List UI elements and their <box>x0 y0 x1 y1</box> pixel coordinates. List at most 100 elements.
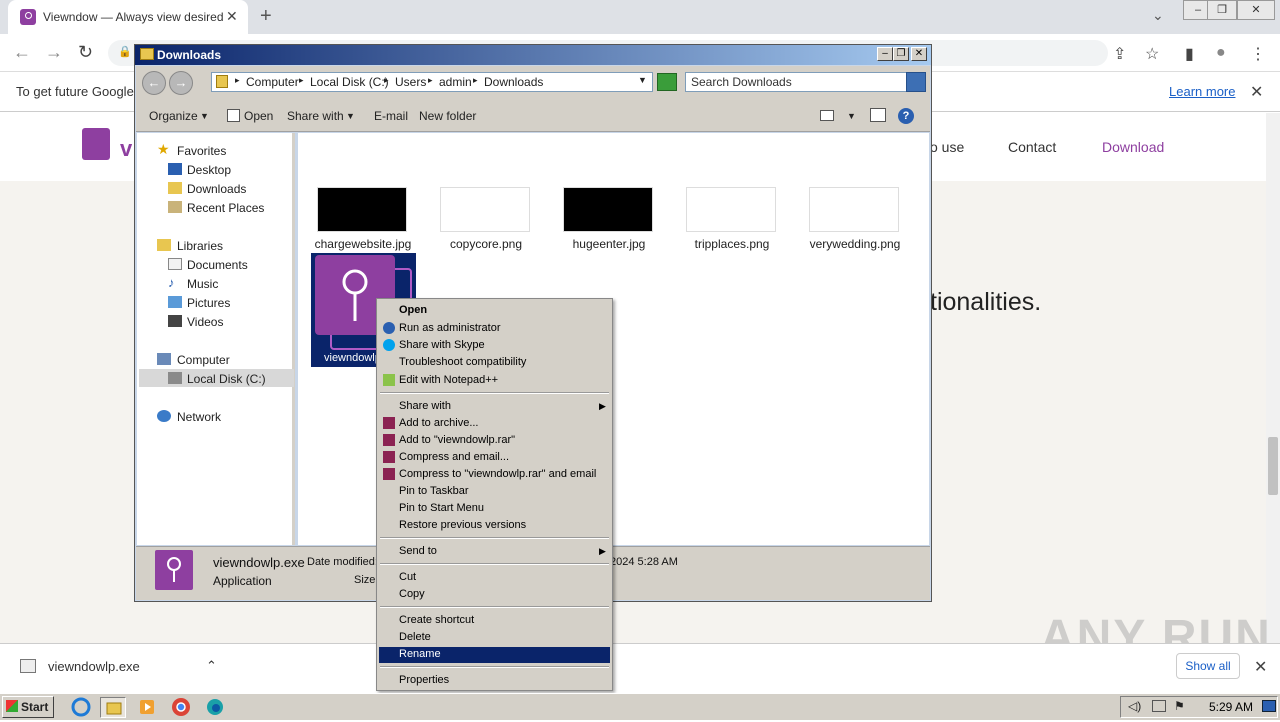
menu-item-open[interactable]: Open <box>399 304 427 316</box>
menu-item-properties[interactable]: Properties <box>399 674 449 686</box>
menu-item-cut[interactable]: Cut <box>399 571 416 583</box>
chrome-menu-icon[interactable]: ⋮ <box>1250 44 1266 64</box>
explorer-minimize-button[interactable]: ‒ <box>877 47 893 61</box>
selected-file-name[interactable]: viewndowlp <box>324 352 381 364</box>
explorer-forward-icon[interactable]: → <box>169 71 193 95</box>
file-name-label[interactable]: copycore.png <box>431 237 541 251</box>
taskbar-clock[interactable]: 5:29 AM <box>1209 700 1253 714</box>
menu-item-add-rar[interactable]: Add to "viewndowlp.rar" <box>399 434 515 446</box>
page-scrollbar[interactable] <box>1266 113 1280 643</box>
search-icon[interactable] <box>906 72 926 92</box>
action-center-flag-icon[interactable]: ⚑ <box>1174 699 1185 713</box>
menu-item-compress-rar-email[interactable]: Compress to "viewndowlp.rar" and email <box>399 468 596 480</box>
views-dropdown-icon[interactable]: ▼ <box>847 111 856 121</box>
back-arrow-icon[interactable]: ← <box>13 42 31 63</box>
nav-how-to-use-link[interactable]: o use <box>930 139 964 155</box>
preview-pane-icon[interactable] <box>870 108 886 122</box>
breadcrumb-separator-icon[interactable]: ▸ <box>384 75 389 86</box>
show-all-button[interactable]: Show all <box>1176 653 1240 679</box>
address-dropdown-icon[interactable]: ▼ <box>638 75 647 85</box>
explorer-close-button[interactable]: ✕ <box>911 47 927 61</box>
window-restore-button[interactable]: ❐ <box>1207 0 1237 20</box>
menu-item-pin-start[interactable]: Pin to Start Menu <box>399 502 484 514</box>
learn-more-link[interactable]: Learn more <box>1169 84 1235 99</box>
info-bar-close-icon[interactable]: ✕ <box>1250 82 1263 102</box>
views-icon[interactable] <box>820 110 834 121</box>
share-icon[interactable]: ⇪ <box>1113 44 1126 64</box>
bookmark-star-icon[interactable]: ☆ <box>1145 44 1159 64</box>
volume-icon[interactable]: ◁) <box>1128 699 1141 713</box>
menu-item-share-with[interactable]: Share with <box>399 400 451 412</box>
viewndow-logo-icon[interactable] <box>82 128 110 160</box>
breadcrumb-downloads[interactable]: Downloads <box>484 75 543 89</box>
edge-icon[interactable] <box>202 697 228 718</box>
file-thumbnail[interactable] <box>317 187 407 232</box>
breadcrumb-separator-icon[interactable]: ▸ <box>473 75 478 86</box>
organize-dropdown-icon[interactable]: ▼ <box>200 111 209 121</box>
share-with-dropdown-icon[interactable]: ▼ <box>346 111 355 121</box>
chrome-icon[interactable] <box>168 697 194 718</box>
media-player-icon[interactable] <box>134 697 160 718</box>
menu-item-add-archive[interactable]: Add to archive... <box>399 417 479 429</box>
menu-item-restore-versions[interactable]: Restore previous versions <box>399 519 526 531</box>
file-thumbnail[interactable] <box>686 187 776 232</box>
menu-item-troubleshoot[interactable]: Troubleshoot compatibility <box>399 356 526 368</box>
menu-item-pin-taskbar[interactable]: Pin to Taskbar <box>399 485 469 497</box>
side-panel-icon[interactable]: ▮ <box>1185 44 1194 64</box>
network-tray-icon[interactable] <box>1152 700 1166 712</box>
explorer-maximize-button[interactable]: ❐ <box>893 47 909 61</box>
file-name-label[interactable]: verywedding.png <box>800 237 910 251</box>
menu-item-delete[interactable]: Delete <box>399 631 431 643</box>
breadcrumb-computer[interactable]: Computer <box>246 75 299 89</box>
share-with-button[interactable]: Share with <box>287 109 344 123</box>
ie-icon[interactable] <box>68 697 94 718</box>
breadcrumb-separator-icon[interactable]: ▸ <box>299 75 304 86</box>
search-placeholder[interactable]: Search Downloads <box>691 75 792 89</box>
menu-item-run-as-admin[interactable]: Run as administrator <box>399 322 501 334</box>
menu-item-copy[interactable]: Copy <box>399 588 425 600</box>
help-icon[interactable]: ? <box>898 108 914 124</box>
download-item-name[interactable]: viewndowlp.exe <box>48 659 140 674</box>
organize-button[interactable]: Organize <box>149 109 198 123</box>
reload-icon[interactable]: ↻ <box>78 42 93 63</box>
file-thumbnail[interactable] <box>563 187 653 232</box>
menu-item-send-to[interactable]: Send to <box>399 545 437 557</box>
open-icon[interactable] <box>227 109 240 122</box>
open-button[interactable]: Open <box>244 109 273 123</box>
lock-icon[interactable]: 🔒 <box>118 45 132 58</box>
show-desktop-icon[interactable] <box>1262 700 1276 712</box>
new-tab-button[interactable]: + <box>260 5 272 28</box>
explorer-taskbar-icon[interactable] <box>100 697 126 718</box>
breadcrumb-users[interactable]: Users <box>395 75 426 89</box>
nav-download-link[interactable]: Download <box>1102 139 1164 155</box>
menu-item-notepadpp[interactable]: Edit with Notepad++ <box>399 374 498 386</box>
downloads-bar-close-icon[interactable]: ✕ <box>1254 657 1267 677</box>
breadcrumb-separator-icon[interactable]: ▸ <box>428 75 433 86</box>
explorer-back-icon[interactable]: ← <box>142 71 166 95</box>
menu-item-rename[interactable]: Rename <box>399 648 441 660</box>
menu-item-compress-email[interactable]: Compress and email... <box>399 451 509 463</box>
file-name-label[interactable]: chargewebsite.jpg <box>308 237 418 251</box>
explorer-title-bar[interactable] <box>135 45 931 65</box>
browser-tab[interactable]: Viewndow — Always view desired w... ✕ <box>8 0 248 34</box>
menu-item-create-shortcut[interactable]: Create shortcut <box>399 614 474 626</box>
file-thumbnail[interactable] <box>809 187 899 232</box>
site-logo-text[interactable]: v <box>120 136 132 162</box>
breadcrumb-separator-icon[interactable]: ▸ <box>235 75 240 86</box>
file-name-label[interactable]: tripplaces.png <box>677 237 787 251</box>
nav-contact-link[interactable]: Contact <box>1008 139 1056 155</box>
refresh-icon[interactable] <box>657 73 677 91</box>
new-folder-button[interactable]: New folder <box>419 109 476 123</box>
breadcrumb-admin[interactable]: admin <box>439 75 472 89</box>
scrollbar-thumb[interactable] <box>1268 437 1278 495</box>
profile-avatar-icon[interactable]: ● <box>1216 44 1226 62</box>
window-close-button[interactable]: ✕ <box>1237 0 1275 20</box>
tab-close-icon[interactable]: ✕ <box>226 8 238 25</box>
file-name-label[interactable]: hugeenter.jpg <box>554 237 664 251</box>
email-button[interactable]: E-mail <box>374 109 408 123</box>
forward-arrow-icon[interactable]: → <box>45 42 63 63</box>
download-options-chevron-icon[interactable]: ⌃ <box>206 658 217 674</box>
menu-item-share-skype[interactable]: Share with Skype <box>399 339 485 351</box>
file-thumbnail[interactable] <box>440 187 530 232</box>
breadcrumb-local-disk[interactable]: Local Disk (C:) <box>310 75 389 89</box>
